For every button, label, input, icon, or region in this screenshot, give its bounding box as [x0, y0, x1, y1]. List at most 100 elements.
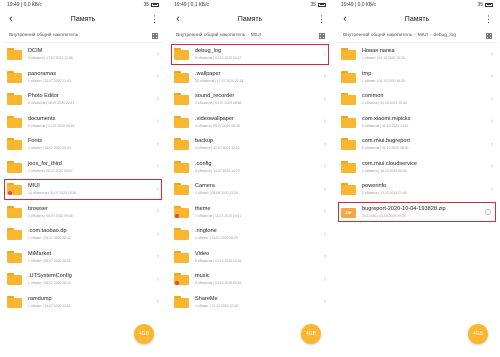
chevron-right-icon: › [323, 298, 326, 306]
folder-row[interactable]: DCIM 5 объекта | 17.07.2020 12:38 › [3, 43, 163, 66]
select-radio[interactable] [485, 208, 491, 215]
chevron-right-icon: › [323, 163, 326, 171]
item-meta: 34,13 МБ | 04.10.2020 19:39 [362, 213, 406, 218]
folder-row[interactable]: powerinfo 2 объекта | 13.12.2019 21:55 › [337, 178, 497, 201]
item-name: .wallpaper [195, 70, 221, 77]
back-arrow-icon[interactable]: ‹ [3, 13, 19, 25]
row-text: bugreport-2020-10-04-193828.zip 34,13 МБ … [362, 206, 485, 218]
item-meta: 2 объекта | 05.07.2020 09:45 [28, 213, 73, 218]
breadcrumb-item[interactable]: Внутренний общий накопитель [9, 33, 78, 38]
grid-view-icon[interactable] [319, 33, 325, 39]
row-text: documents 6 объектов | 13.07.2020 08:45 [28, 116, 151, 128]
folder-row[interactable]: joox_for_third 2 объекта | 08.07.2020 09:… [3, 156, 163, 179]
battery-icon [318, 2, 326, 7]
folder-row[interactable]: browser 2 объекта | 05.07.2020 09:45 › [3, 201, 163, 224]
breadcrumb-item[interactable]: MIUI [418, 33, 428, 38]
app-bar: ‹ Память ⋮ [337, 9, 497, 29]
row-text: Fonts 1 объект | 15.07.2020 09:44 [28, 138, 151, 150]
folder-row[interactable]: Camera 1 объект | 05.08.2020 13:28 › [170, 178, 330, 201]
breadcrumb-item[interactable]: MIUI [251, 33, 261, 38]
file-row[interactable]: ZIP bugreport-2020-10-04-193828.zip 34,13 … [337, 201, 497, 224]
folder-row[interactable]: Photo Editor 6 объектов | 18.07.2020 22:4… [3, 88, 163, 111]
battery-level: 35 [143, 1, 149, 8]
storage-fab-button[interactable]: 4GB [301, 324, 321, 344]
back-arrow-icon[interactable]: ‹ [337, 13, 353, 25]
item-meta: 1 объект | 04.10.2020 19:40 [362, 78, 405, 83]
storage-fab-button[interactable]: 4GB [134, 324, 154, 344]
item-name: browser [28, 205, 48, 212]
grid-view-icon[interactable] [152, 33, 158, 39]
item-meta: 2 объекта | 04.10.2020 19:40 [362, 101, 407, 106]
row-text: common 2 объекта | 04.10.2020 19:40 [362, 93, 485, 105]
breadcrumb-separator-icon: › [247, 33, 249, 38]
folder-row[interactable]: com.xiaomi.mipicks 5 объектов | 01.10.202… [337, 111, 497, 134]
item-name: DCIM [28, 48, 43, 55]
breadcrumb: Внутренний общий накопитель › MIUI › debug_l… [337, 29, 497, 43]
battery-icon [151, 2, 159, 7]
folder-row[interactable]: MiMarket 1 объект | 06.07.2020 08:05 › [3, 246, 163, 269]
status-right: 35 [143, 2, 159, 8]
row-text: ramdump 1 объект | 14.07.2020 12:51 [28, 296, 151, 308]
folder-row[interactable]: documents 6 объектов | 13.07.2020 08:45 › [3, 111, 163, 134]
row-text: DCIM 5 объекта | 17.07.2020 12:38 [28, 48, 151, 60]
row-text: debug_log 8 объектов | 04.10.2020 19:47 [195, 48, 318, 60]
more-menu-icon[interactable]: ⋮ [317, 14, 326, 24]
item-name: powerinfo [362, 183, 387, 190]
chevron-right-icon: › [156, 185, 159, 193]
folder-row[interactable]: com.miui.bugreport 5 объектов | 01.10.202… [337, 133, 497, 156]
chevron-right-icon: › [490, 95, 493, 103]
more-menu-icon[interactable]: ⋮ [484, 14, 493, 24]
storage-fab-button[interactable]: 4GB [468, 324, 488, 344]
folder-row[interactable]: Fonts 1 объект | 15.07.2020 09:44 › [3, 133, 163, 156]
item-meta: 5 объектов | 01.10.2020 13:42 [362, 123, 409, 128]
back-arrow-icon[interactable]: ‹ [170, 13, 186, 25]
row-text: browser 2 объекта | 05.07.2020 09:45 [28, 206, 151, 218]
folder-row[interactable]: tmp 1 объект | 04.10.2020 19:40 › [337, 66, 497, 89]
item-meta: 5 объектов | 14.12.2019 03:45 [195, 281, 242, 286]
folder-row[interactable]: .com.taobao.dp 1 объект | 05.07.2020 08:4… [3, 223, 163, 246]
status-right: 35 [477, 2, 493, 8]
status-time: 19:49 | 0,1 КБ/с [174, 1, 210, 8]
folder-row[interactable]: com.miui.cloudservice 2 объекта | 16.10.2… [337, 156, 497, 179]
folder-row[interactable]: backup 2 объекта | 12.07.2020 12:10 › [170, 133, 330, 156]
folder-row[interactable]: .UTSystemConfig 1 объект | 08.07.2020 08:… [3, 268, 163, 291]
folder-row[interactable]: MIUI 14 объектов | 30.07.2020 15:36 › [3, 178, 163, 201]
folder-row[interactable]: sound_recorder 0 объектов | 03.07.2020 08… [170, 88, 330, 111]
item-meta: 1 объект | 14.07.2020 12:51 [28, 303, 71, 308]
breadcrumb-item[interactable]: debug_log [434, 33, 456, 38]
phone-panel-miui: 19:49 | 0,1 КБ/с 35 ‹ Память ⋮ Внутренний общ… [170, 0, 330, 357]
item-name: .ringtone [195, 228, 217, 235]
folder-row[interactable]: ShareMe 1 объект | 12.12.2019 12:43 › [170, 291, 330, 314]
item-meta: 1 объект | 05.07.2020 08:42 [28, 236, 71, 241]
folder-row[interactable]: .wallpaper 28 объектов | 17.07.2020 22:18… [170, 66, 330, 89]
item-name: Camera [195, 183, 215, 190]
breadcrumb-item[interactable]: Внутренний общий накопитель [343, 33, 412, 38]
page-title: Память [70, 15, 96, 23]
folder-row[interactable]: Новая папка 1 объект | 04.10.2020 19:20 › [337, 43, 497, 66]
item-name: .config [195, 160, 212, 167]
folder-icon [7, 93, 22, 106]
folder-icon [174, 205, 189, 218]
item-name: Photo Editor [28, 93, 59, 100]
row-text: com.miui.bugreport 5 объектов | 01.10.202… [362, 138, 485, 150]
chevron-right-icon: › [156, 298, 159, 306]
item-meta: 3 объекта | 14.07.2020 14:23 [195, 168, 240, 173]
folder-row[interactable]: theme 7 объектов | 11.07.2020 19:01 › [170, 201, 330, 224]
folder-row[interactable]: .config 3 объекта | 14.07.2020 14:23 › [170, 156, 330, 179]
grid-view-icon[interactable] [486, 33, 492, 39]
breadcrumb-item[interactable]: Внутренний общий накопитель [176, 33, 245, 38]
row-text: .videowallpaper 4 объекта | 09.07.2020 08… [195, 116, 318, 128]
folder-row[interactable]: .videowallpaper 4 объекта | 09.07.2020 08… [170, 111, 330, 134]
folder-row[interactable]: panoramas 1 объект | 24.07.2020 21:03 › [3, 66, 163, 89]
more-menu-icon[interactable]: ⋮ [150, 14, 159, 24]
item-name: panoramas [28, 70, 56, 77]
folder-row[interactable]: .ringtone 1 объект | 23.07.2020 16:29 › [170, 223, 330, 246]
item-meta: 2 объекта | 16.10.2019 05:46 [362, 168, 407, 173]
folder-row[interactable]: Video 5 объектов | 13.12.2019 03:26 › [170, 246, 330, 269]
folder-icon [174, 183, 189, 196]
folder-row[interactable]: music 5 объектов | 14.12.2019 03:45 › [170, 268, 330, 291]
folder-row[interactable]: ramdump 1 объект | 14.07.2020 12:51 › [3, 291, 163, 314]
folder-row[interactable]: common 2 объекта | 04.10.2020 19:40 › [337, 88, 497, 111]
folder-icon [7, 48, 22, 61]
folder-row[interactable]: debug_log 8 объектов | 04.10.2020 19:47 › [170, 43, 330, 66]
